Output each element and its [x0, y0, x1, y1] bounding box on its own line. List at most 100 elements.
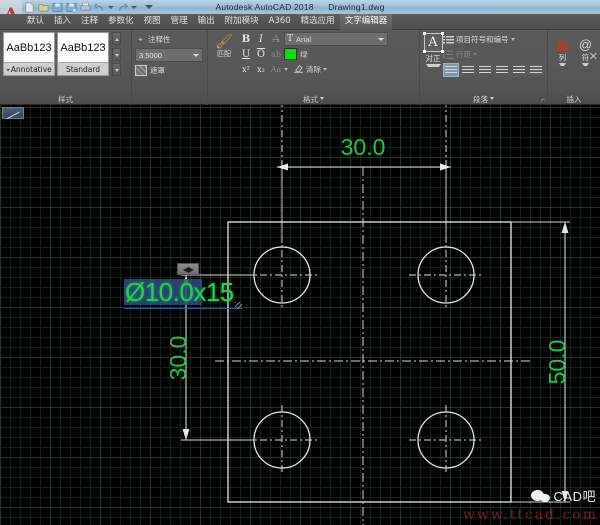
app-title: Autodesk AutoCAD 2018	[215, 2, 314, 12]
text-height-value: 3.5000	[139, 50, 162, 60]
style-sample-text: AaBb123	[6, 41, 52, 54]
match-properties-button[interactable]: 🖌 匹配	[211, 32, 237, 59]
line-spacing-label: 行距	[456, 50, 471, 59]
tab-a360[interactable]: A360	[264, 14, 296, 30]
line-spacing-button[interactable]: 行距	[443, 48, 544, 61]
italic-button[interactable]: I	[254, 32, 268, 46]
eraser-icon	[293, 64, 304, 73]
scroll-down-icon[interactable]	[112, 47, 121, 61]
chevron-down-icon[interactable]	[581, 63, 590, 66]
chevron-down-icon[interactable]	[193, 54, 199, 57]
plate-outline	[227, 221, 512, 503]
dim-text-left: 30.0	[165, 336, 191, 381]
tab-featured-apps[interactable]: 精选应用	[296, 14, 340, 30]
columns-label: 列	[558, 52, 567, 66]
style-gallery-scroll[interactable]	[112, 32, 121, 76]
tab-addins[interactable]: 附加模块	[220, 14, 264, 30]
tab-output[interactable]: 输出	[193, 14, 220, 30]
chevron-down-icon[interactable]	[284, 67, 288, 71]
ribbon-tab-bar[interactable]: 默认 插入 注释 参数化 视图 管理 输出 附加模块 A360 精选应用 文字编…	[0, 13, 600, 30]
paragraph-dialog-launcher-icon[interactable]: ⌐	[541, 97, 545, 104]
clear-formatting-button[interactable]: 清除	[293, 64, 327, 75]
scroll-up-icon[interactable]	[112, 32, 121, 45]
tab-insert[interactable]: 插入	[49, 14, 76, 30]
bullets-numbering-button[interactable]: 项目符号和编号	[443, 33, 544, 46]
mask-icon	[135, 65, 147, 76]
color-swatch[interactable]	[284, 48, 297, 60]
ribbon-panels: AaBb123 ⌖Annotative AaBb123 Standard 样式	[0, 30, 600, 105]
columns-button[interactable]: ▦ 列	[551, 32, 574, 66]
overline-button[interactable]: O	[254, 47, 268, 61]
match-brush-icon: 🖌	[215, 33, 233, 49]
superscript-button[interactable]: x²	[239, 62, 253, 76]
chevron-down-icon[interactable]	[510, 38, 515, 41]
bullet-list-icon	[443, 34, 454, 45]
font-name-value: Arial	[296, 34, 312, 44]
align-justify-button[interactable]	[494, 63, 510, 77]
strikethrough-button[interactable]: A	[269, 32, 283, 46]
font-name-combo[interactable]: T Arial	[284, 32, 388, 46]
style-name: ⌖Annotative	[4, 62, 54, 75]
cad-geometry: 30.0 30.0 50.0	[165, 105, 570, 525]
align-center-button[interactable]	[460, 63, 476, 77]
dim-text-top: 30.0	[341, 134, 386, 160]
underline-button[interactable]: U	[239, 47, 253, 61]
match-label: 匹配	[217, 50, 231, 58]
style-annotative[interactable]: AaBb123 ⌖Annotative	[3, 32, 55, 76]
chevron-down-icon[interactable]	[558, 63, 567, 66]
resize-grip-icon[interactable]	[235, 302, 242, 309]
color-name: 绿	[300, 49, 308, 59]
panel-paragraph: A 对正 项目符号和编号 行距 段落 ⌐	[420, 30, 548, 105]
title-bar: Autodesk AutoCAD 2018 Drawing1.dwg	[0, 0, 600, 14]
gallery-expand-icon[interactable]	[112, 63, 121, 76]
panel-title-style: 样式	[58, 95, 73, 104]
justification-button[interactable]: A 对正	[422, 32, 443, 67]
close-text-editor-icon[interactable]: ✕	[589, 50, 598, 63]
panel-title-paragraph: 段落	[420, 94, 547, 105]
plate-centerlines	[215, 167, 530, 525]
tab-parametric[interactable]: 参数化	[103, 14, 139, 30]
mask-button[interactable]: 遮罩	[135, 64, 204, 77]
justify-label: 对正	[425, 53, 441, 67]
align-left-button[interactable]	[443, 63, 459, 77]
dim-extension-lines	[281, 165, 447, 243]
change-case-button[interactable]: Aa	[269, 62, 283, 76]
panel-style-options: ⌖ 注释性 3.5000 遮罩	[132, 30, 208, 105]
tab-annotate[interactable]: 注释	[76, 14, 103, 30]
watermark-brand: CAD吧	[530, 486, 596, 505]
drawing-canvas[interactable]: 30.0 30.0 50.0 ◀▶ Ø10.0x15 CAD吧 www.ttca…	[0, 105, 600, 525]
chevron-down-icon[interactable]	[320, 97, 324, 100]
panel-format: 🖌 匹配 B I A T Arial U O ab 绿 x² x₂ Aa 清除 …	[208, 30, 420, 105]
clear-label: 清除	[306, 64, 321, 74]
stack-button[interactable]: ab	[269, 47, 283, 61]
tab-text-editor[interactable]: 文字编辑器	[339, 13, 393, 30]
mtext-inplace-editor[interactable]: ◀▶ Ø10.0x15	[124, 263, 242, 309]
chevron-down-icon[interactable]	[378, 38, 384, 41]
text-color-combo[interactable]: 绿	[284, 47, 388, 61]
chevron-down-icon[interactable]	[425, 64, 441, 67]
chevron-down-icon[interactable]	[473, 53, 477, 56]
watermark-text: CAD吧	[553, 489, 596, 504]
subscript-button[interactable]: x₂	[254, 62, 268, 76]
panel-style: AaBb123 ⌖Annotative AaBb123 Standard 样式	[0, 30, 132, 105]
alignment-button-group[interactable]	[443, 63, 544, 77]
align-last-button[interactable]	[528, 63, 544, 77]
bold-button[interactable]: B	[239, 32, 253, 46]
chevron-down-icon[interactable]	[323, 67, 327, 71]
mtext-width-handle-icon[interactable]: ◀▶	[177, 263, 199, 275]
tab-view[interactable]: 视图	[139, 14, 166, 30]
text-height-input[interactable]: 3.5000	[135, 48, 203, 62]
tab-manage[interactable]: 管理	[166, 14, 193, 30]
annotative-toggle[interactable]: ⌖ 注释性	[135, 33, 204, 46]
mask-label: 遮罩	[150, 66, 165, 75]
style-name: Standard	[58, 62, 108, 75]
mtext-content[interactable]: Ø10.0x15	[125, 276, 234, 308]
align-distribute-button[interactable]	[511, 63, 527, 77]
tab-default[interactable]: 默认	[22, 14, 49, 30]
style-sample-text: AaBb123	[60, 41, 106, 54]
chevron-down-icon[interactable]	[490, 97, 494, 100]
window-title: Autodesk AutoCAD 2018 Drawing1.dwg	[0, 0, 600, 14]
panel-insert: ▦ 列 @ 符 插入	[548, 30, 600, 105]
align-right-button[interactable]	[477, 63, 493, 77]
style-standard[interactable]: AaBb123 Standard	[57, 32, 109, 76]
